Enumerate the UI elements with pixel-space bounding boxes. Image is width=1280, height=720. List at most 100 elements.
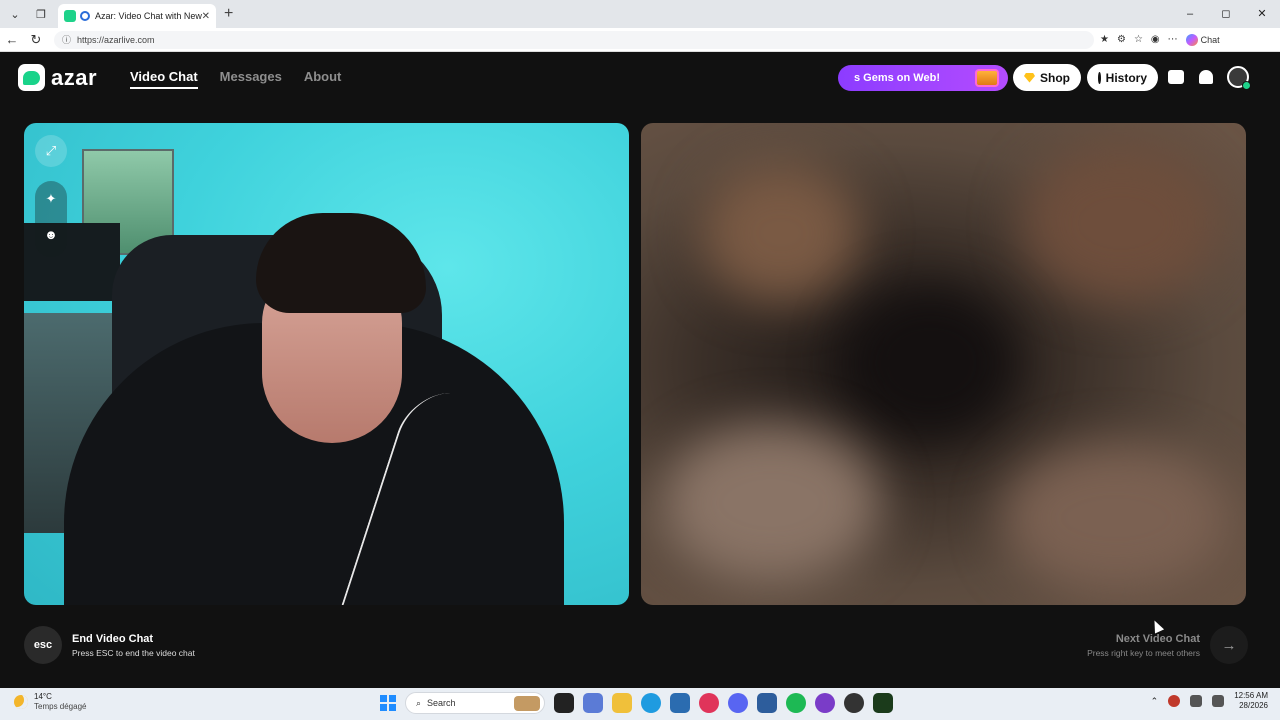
more-menu-icon[interactable]: ⋯ bbox=[1168, 34, 1178, 45]
sticker-icon[interactable]: ☻ bbox=[35, 217, 67, 253]
main-menu: Video Chat Messages About bbox=[130, 69, 341, 89]
weather-description: Temps dégagé bbox=[34, 702, 87, 711]
restore-button[interactable]: ◻ bbox=[1208, 0, 1244, 28]
treasure-chest-icon bbox=[972, 65, 1002, 91]
address-bar-row: ← ↻ ⓘ https://azarlive.com ★ ⚙ ☆ ◉ ⋯ Cha… bbox=[0, 28, 1280, 52]
person-hair bbox=[256, 213, 426, 313]
azar-logo[interactable]: azar bbox=[18, 64, 97, 91]
history-label: History bbox=[1105, 70, 1147, 85]
search-placeholder: Search bbox=[427, 698, 456, 708]
browser-tab[interactable]: Azar: Video Chat with New Pe ✕ bbox=[58, 4, 216, 28]
search-highlight-image bbox=[514, 696, 540, 711]
taskbar-apps: ⌕ Search bbox=[380, 692, 893, 714]
app-icon-purple[interactable] bbox=[815, 693, 835, 713]
tab-menu-chevron-icon[interactable]: ⌄ bbox=[4, 3, 26, 25]
blur-region bbox=[841, 283, 1021, 443]
camera-recording-icon bbox=[80, 11, 90, 21]
browser-tab-bar: ⌄ ❐ Azar: Video Chat with New Pe ✕ + – ◻… bbox=[0, 0, 1280, 28]
blur-region bbox=[661, 423, 881, 583]
url-text: https://azarlive.com bbox=[77, 34, 155, 45]
notification-bell-icon[interactable] bbox=[1196, 67, 1216, 87]
spotify-icon[interactable] bbox=[786, 693, 806, 713]
clock-icon bbox=[1098, 71, 1105, 84]
back-arrow-icon[interactable]: ← bbox=[0, 32, 24, 47]
windows-start-icon[interactable] bbox=[380, 695, 396, 711]
end-chat-title: End Video Chat bbox=[72, 632, 154, 645]
azar-page: azar Video Chat Messages About s Gems on… bbox=[0, 53, 1280, 686]
esc-key-button[interactable]: esc bbox=[24, 626, 62, 664]
menu-video-chat[interactable]: Video Chat bbox=[130, 69, 198, 89]
file-explorer-icon[interactable] bbox=[612, 693, 632, 713]
inbox-box-icon[interactable] bbox=[1166, 67, 1186, 87]
end-chat-subtitle: Press ESC to end the video chat bbox=[72, 647, 195, 658]
favorite-star-icon[interactable]: ★ bbox=[1100, 34, 1109, 45]
self-video-feed: ⤢ ✦ ☻ bbox=[24, 123, 629, 605]
gems-promo-banner[interactable]: s Gems on Web! bbox=[838, 65, 1008, 91]
system-tray: ⌃ 12:56 AM 28/2026 bbox=[1151, 691, 1268, 711]
next-arrow-icon[interactable]: → bbox=[1210, 626, 1248, 664]
blur-region bbox=[701, 163, 861, 303]
workspaces-icon[interactable]: ❐ bbox=[30, 3, 52, 25]
extensions-icon[interactable]: ⚙ bbox=[1117, 34, 1126, 45]
site-info-icon[interactable]: ⓘ bbox=[62, 33, 71, 46]
blur-region bbox=[1001, 443, 1231, 593]
minimize-button[interactable]: – bbox=[1172, 0, 1208, 28]
end-video-chat-control[interactable]: esc End Video Chat Press ESC to end the … bbox=[24, 626, 195, 664]
azar-logo-mark-icon bbox=[18, 64, 45, 91]
windows-taskbar: 14°C Temps dégagé ⌕ Search ⌃ 12:56 AM 28… bbox=[0, 688, 1280, 720]
blur-region bbox=[1021, 143, 1221, 303]
display-icon[interactable] bbox=[1212, 695, 1225, 707]
effects-toolbar: ✦ ☻ bbox=[35, 181, 67, 257]
app-icon-green[interactable] bbox=[873, 693, 893, 713]
magic-wand-icon[interactable]: ✦ bbox=[35, 181, 67, 217]
user-avatar[interactable] bbox=[1227, 66, 1251, 90]
gems-banner-text: s Gems on Web! bbox=[854, 72, 940, 84]
taskbar-search[interactable]: ⌕ Search bbox=[405, 692, 545, 714]
temperature: 14°C bbox=[34, 692, 52, 701]
copilot-chat-button[interactable]: Chat bbox=[1185, 33, 1220, 46]
online-status-dot bbox=[1242, 81, 1251, 90]
window-controls: – ◻ ✕ bbox=[1172, 0, 1280, 28]
close-tab-icon[interactable]: ✕ bbox=[202, 11, 210, 22]
moon-weather-icon bbox=[14, 694, 28, 709]
new-tab-plus-icon[interactable]: + bbox=[224, 5, 233, 23]
weather-widget[interactable]: 14°C Temps dégagé bbox=[14, 692, 86, 711]
next-chat-title: Next Video Chat bbox=[1115, 632, 1200, 645]
clock-date: 28/2026 bbox=[1239, 701, 1268, 710]
browser-toolbar-right: ★ ⚙ ☆ ◉ ⋯ Chat bbox=[1100, 33, 1220, 46]
partner-video-feed-blurred bbox=[641, 123, 1246, 605]
edge-browser-icon[interactable] bbox=[641, 693, 661, 713]
tray-app-icon[interactable] bbox=[1168, 695, 1181, 707]
copilot-label: Chat bbox=[1200, 34, 1220, 45]
azar-favicon-icon bbox=[64, 10, 76, 22]
gem-icon bbox=[1024, 72, 1035, 83]
obs-icon[interactable] bbox=[844, 693, 864, 713]
menu-messages[interactable]: Messages bbox=[220, 69, 282, 89]
top-navigation: azar Video Chat Messages About s Gems on… bbox=[0, 53, 1280, 103]
shop-button[interactable]: Shop bbox=[1013, 64, 1081, 91]
profile-icon[interactable]: ◉ bbox=[1151, 34, 1160, 45]
task-view-icon[interactable] bbox=[554, 693, 574, 713]
app-icon[interactable] bbox=[583, 693, 603, 713]
clock[interactable]: 12:56 AM 28/2026 bbox=[1234, 691, 1268, 711]
search-icon: ⌕ bbox=[416, 697, 422, 708]
next-chat-subtitle: Press right key to meet others bbox=[1087, 647, 1200, 658]
url-field[interactable]: ⓘ https://azarlive.com bbox=[54, 30, 1094, 49]
expand-video-button[interactable]: ⤢ bbox=[35, 135, 67, 167]
discord-icon[interactable] bbox=[728, 693, 748, 713]
monitor-app-icon[interactable] bbox=[757, 693, 777, 713]
clock-time: 12:56 AM bbox=[1234, 691, 1268, 700]
close-window-button[interactable]: ✕ bbox=[1244, 0, 1280, 28]
next-video-chat-control[interactable]: Next Video Chat Press right key to meet … bbox=[1087, 626, 1248, 664]
opera-icon[interactable] bbox=[699, 693, 719, 713]
store-icon[interactable] bbox=[670, 693, 690, 713]
tray-chevron-icon[interactable]: ⌃ bbox=[1151, 696, 1159, 707]
copilot-icon bbox=[1185, 33, 1198, 46]
refresh-icon[interactable]: ↻ bbox=[24, 32, 48, 48]
history-button[interactable]: History bbox=[1087, 64, 1158, 91]
microphone-icon[interactable] bbox=[1190, 695, 1203, 707]
menu-about[interactable]: About bbox=[304, 69, 342, 89]
favorites-list-icon[interactable]: ☆ bbox=[1134, 34, 1143, 45]
shop-label: Shop bbox=[1040, 70, 1070, 85]
expand-icon: ⤢ bbox=[45, 143, 57, 158]
